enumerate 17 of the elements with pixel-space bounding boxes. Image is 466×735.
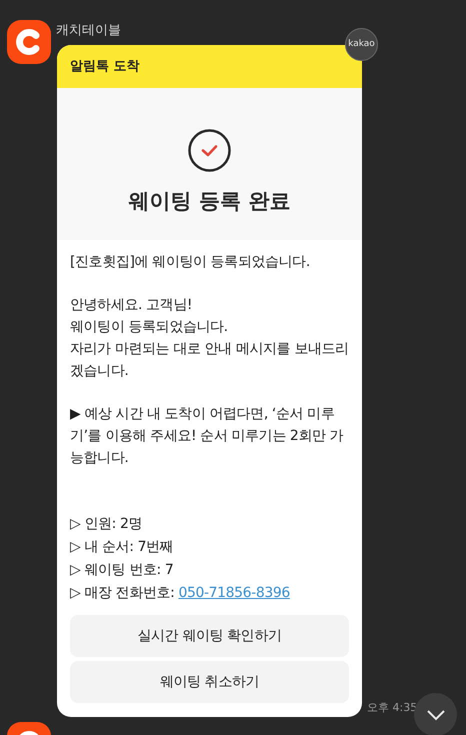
scroll-down-button[interactable] <box>414 693 457 735</box>
message-paragraph: ▶ 예상 시간 내 도착이 어렵다면, ‘순서 미루기’를 이용해 주세요! 순서 미루기는 2회만 가능합니다. <box>70 405 344 468</box>
message-paragraph: [진호횟집]에 웨이팅이 등록되었습니다. <box>70 253 311 272</box>
check-circle-icon <box>188 129 231 172</box>
chevron-down-icon <box>426 708 446 720</box>
action-button[interactable]: 웨이팅 취소하기 <box>70 661 349 703</box>
kakao-badge: kakao <box>345 28 378 61</box>
action-button[interactable]: 실시간 웨이팅 확인하기 <box>70 615 349 657</box>
detail-line: ▷ 웨이팅 번호: 7 <box>70 561 174 580</box>
detail-line: ▷ 내 순서: 7번째 <box>70 538 174 557</box>
detail-line: ▷ 인원: 2명 <box>70 515 144 534</box>
card-title: 웨이팅 등록 완료 <box>128 188 290 215</box>
message-paragraph: 안녕하세요. 고객님! 웨이팅이 등록되었습니다. 자리가 마련되는 대로 안내 메시지를 보내드리겠습니다. <box>70 296 349 381</box>
app-logo-icon <box>7 20 51 64</box>
detail-line: ▷ 매장 전화번호: 050-71856-8396 <box>70 584 291 603</box>
card-header: 알림톡 도착 <box>57 45 362 88</box>
sender-name: 캐치테이블 <box>56 22 121 40</box>
